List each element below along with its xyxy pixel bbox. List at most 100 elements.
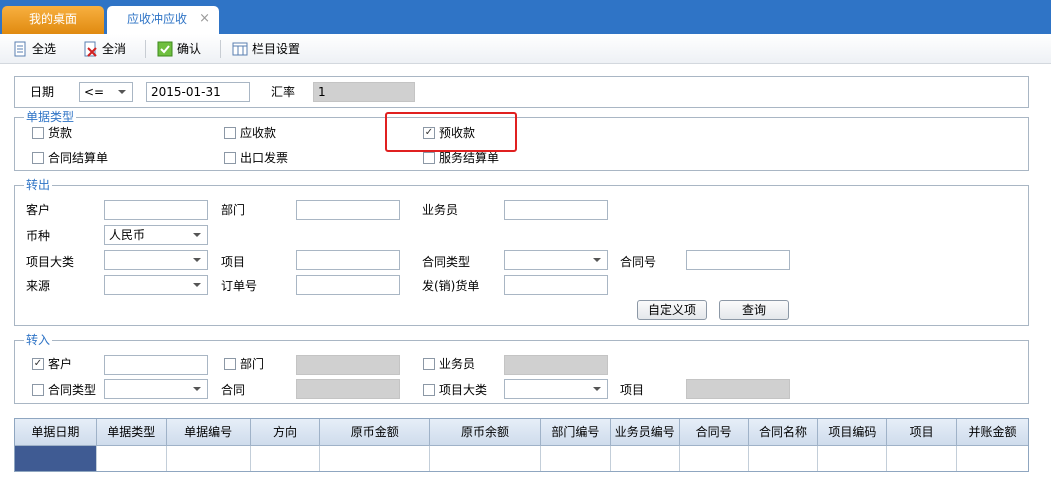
checkbox-receivable[interactable]: [224, 127, 236, 139]
column-header[interactable]: 项目: [887, 419, 958, 445]
query-button[interactable]: 查询: [719, 300, 789, 320]
in-project-category-select[interactable]: [504, 379, 608, 399]
table-cell[interactable]: [320, 446, 431, 471]
doc-type-legend: 单据类型: [24, 110, 77, 124]
select-all-button[interactable]: 全选: [12, 40, 56, 58]
checkbox-contract-settlement[interactable]: [32, 152, 44, 164]
out-customer-input[interactable]: [104, 200, 208, 220]
custom-fields-button[interactable]: 自定义项: [637, 300, 707, 320]
out-contract-type-label: 合同类型: [422, 255, 471, 269]
chevron-down-icon: [193, 233, 201, 237]
deselect-all-button[interactable]: 全消: [82, 40, 126, 58]
toolbar-divider: [145, 40, 146, 58]
out-salesperson-input[interactable]: [504, 200, 608, 220]
checkbox-in-customer[interactable]: ✓: [32, 358, 44, 370]
source-select[interactable]: [104, 275, 208, 295]
date-operator-value: <=: [84, 85, 105, 99]
receivable-label: 应收款: [240, 126, 277, 140]
table-cell[interactable]: [541, 446, 611, 471]
column-header[interactable]: 业务员编号: [611, 419, 680, 445]
column-header[interactable]: 单据类型: [97, 419, 167, 445]
column-header[interactable]: 合同号: [680, 419, 749, 445]
doc-type-box: [14, 117, 1029, 171]
table-cell[interactable]: [957, 446, 1028, 471]
table-cell[interactable]: [430, 446, 541, 471]
in-customer-label: 客户: [48, 357, 73, 371]
table-cell[interactable]: [15, 446, 97, 471]
date-operator-select[interactable]: <=: [79, 82, 133, 102]
delivery-doc-input[interactable]: [504, 275, 608, 295]
table-cell[interactable]: [818, 446, 888, 471]
checkbox-in-department[interactable]: [224, 358, 236, 370]
currency-value: 人民币: [109, 228, 146, 242]
in-department-input: [296, 355, 400, 375]
out-project-label: 项目: [221, 255, 246, 269]
date-input[interactable]: 2015-01-31: [146, 82, 250, 102]
column-header[interactable]: 单据日期: [15, 419, 97, 445]
toolbar: 全选 全消 确认 栏目设置: [0, 34, 1051, 64]
column-settings-button[interactable]: 栏目设置: [232, 40, 300, 58]
chevron-down-icon: [118, 90, 126, 94]
confirm-label: 确认: [177, 42, 202, 56]
column-header[interactable]: 原币余额: [430, 419, 541, 445]
in-department-label: 部门: [240, 357, 265, 371]
grid-header: 单据日期 单据类型 单据编号 方向 原币金额 原币余额 部门编号 业务员编号 合…: [15, 419, 1028, 445]
column-settings-icon: [232, 42, 248, 56]
chevron-down-icon: [593, 258, 601, 262]
export-invoice-label: 出口发票: [240, 151, 289, 165]
in-contract-label: 合同: [221, 383, 246, 397]
in-salesperson-label: 业务员: [439, 357, 476, 371]
chevron-down-icon: [193, 283, 201, 287]
in-project-category-label: 项目大类: [439, 383, 488, 397]
goods-payment-label: 货款: [48, 126, 73, 140]
in-contract-input: [296, 379, 400, 399]
out-project-input[interactable]: [296, 250, 400, 270]
column-header[interactable]: 项目编码: [818, 419, 888, 445]
column-header[interactable]: 合同名称: [749, 419, 819, 445]
transfer-in-legend: 转入: [24, 333, 53, 347]
checkbox-in-salesperson[interactable]: [423, 358, 435, 370]
out-contract-no-input[interactable]: [686, 250, 790, 270]
in-project-label: 项目: [620, 383, 645, 397]
deselect-all-label: 全消: [102, 42, 127, 56]
query-panel: 日期 <= 2015-01-31 汇率 1 单据类型 货款 应收款 ✓ 预收款 …: [0, 64, 1051, 487]
table-cell[interactable]: [749, 446, 819, 471]
checkbox-goods-payment[interactable]: [32, 127, 44, 139]
tab-receivable-offset[interactable]: 应收冲应收 ×: [107, 6, 219, 34]
column-header[interactable]: 部门编号: [541, 419, 611, 445]
in-customer-input[interactable]: [104, 355, 208, 375]
table-cell[interactable]: [680, 446, 749, 471]
table-row[interactable]: [15, 445, 1028, 471]
table-cell[interactable]: [167, 446, 251, 471]
table-cell[interactable]: [611, 446, 680, 471]
table-cell[interactable]: [887, 446, 958, 471]
date-label: 日期: [30, 85, 55, 99]
out-contract-no-label: 合同号: [620, 255, 657, 269]
rate-input: 1: [313, 82, 415, 102]
transfer-out-legend: 转出: [24, 178, 53, 192]
tab-bar: 我的桌面 应收冲应收 ×: [0, 0, 1051, 34]
column-header[interactable]: 并账金额: [957, 419, 1028, 445]
column-header[interactable]: 单据编号: [167, 419, 251, 445]
table-cell[interactable]: [97, 446, 167, 471]
checkbox-in-project-category[interactable]: [423, 384, 435, 396]
out-contract-type-select[interactable]: [504, 250, 608, 270]
checkbox-service-settlement[interactable]: [423, 152, 435, 164]
in-contract-type-select[interactable]: [104, 379, 208, 399]
tab-label: 应收冲应收: [127, 12, 188, 26]
confirm-button[interactable]: 确认: [157, 40, 201, 58]
table-cell[interactable]: [251, 446, 321, 471]
out-department-input[interactable]: [296, 200, 400, 220]
column-header[interactable]: 方向: [251, 419, 321, 445]
close-icon[interactable]: ×: [199, 6, 210, 32]
checkbox-in-contract-type[interactable]: [32, 384, 44, 396]
out-salesperson-label: 业务员: [422, 203, 459, 217]
checkbox-export-invoice[interactable]: [224, 152, 236, 164]
currency-select[interactable]: 人民币: [104, 225, 208, 245]
column-header[interactable]: 原币金额: [320, 419, 431, 445]
order-no-input[interactable]: [296, 275, 400, 295]
out-department-label: 部门: [221, 203, 246, 217]
out-project-category-select[interactable]: [104, 250, 208, 270]
order-no-label: 订单号: [221, 279, 258, 293]
tab-my-desktop[interactable]: 我的桌面: [2, 6, 104, 34]
